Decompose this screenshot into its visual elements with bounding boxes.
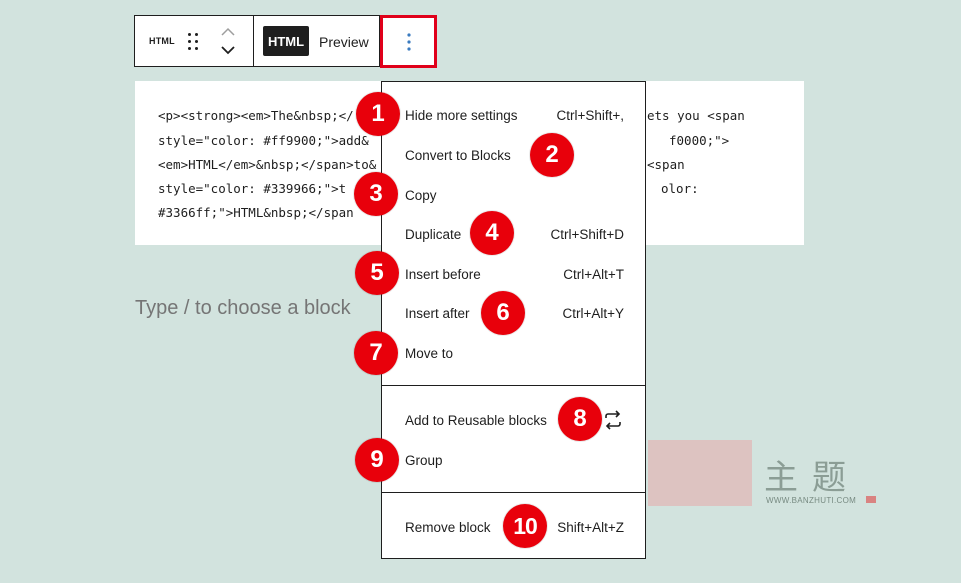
menu-divider: [382, 385, 645, 386]
annotation-badge: 1: [356, 92, 400, 136]
annotation-badge: 7: [354, 331, 398, 375]
code-line: f0000;">: [669, 133, 730, 148]
html-block-icon[interactable]: HTML: [149, 36, 175, 46]
annotation-badge: 8: [558, 397, 602, 441]
menu-item-shortcut: Ctrl+Shift+,: [556, 108, 624, 123]
menu-item-shortcut: Ctrl+Alt+T: [563, 267, 624, 282]
watermark-text: 主题: [764, 458, 860, 498]
watermark-seal: [648, 440, 752, 506]
code-line: <em>HTML</em>&nbsp;</span>to&: [158, 157, 377, 172]
annotation-badge: 10: [503, 504, 547, 548]
menu-item-label: Move to: [405, 346, 454, 361]
menu-item-label: Insert before: [405, 267, 481, 282]
menu-item-insert-before[interactable]: Insert before Ctrl+Alt+T: [405, 263, 624, 287]
code-line: style="color: #339966;">t: [158, 181, 347, 196]
menu-item-label: Remove block: [405, 520, 491, 535]
tab-html[interactable]: HTML: [263, 26, 309, 56]
annotation-badge: 6: [481, 291, 525, 335]
code-line: ets you <span: [647, 108, 745, 123]
toolbar-divider: [253, 16, 254, 66]
chevron-up-down-icon[interactable]: [219, 24, 237, 60]
menu-item-label: Hide more settings: [405, 108, 518, 123]
menu-item-shortcut: Shift+Alt+Z: [557, 520, 624, 535]
menu-item-label: Insert after: [405, 306, 470, 321]
menu-item-convert-to-blocks[interactable]: Convert to Blocks: [405, 144, 624, 168]
annotation-badge: 9: [355, 438, 399, 482]
menu-item-group[interactable]: Group: [405, 449, 624, 473]
menu-item-duplicate[interactable]: Duplicate Ctrl+Shift+D: [405, 223, 624, 247]
menu-item-hide-more-settings[interactable]: Hide more settings Ctrl+Shift+,: [405, 104, 624, 128]
reusable-block-icon: [602, 409, 624, 434]
annotation-badge: 4: [470, 211, 514, 255]
vertical-ellipsis-icon: [406, 32, 411, 51]
menu-divider: [382, 492, 645, 493]
code-line: <span: [647, 157, 685, 172]
menu-item-label: Group: [405, 453, 443, 468]
options-button[interactable]: [380, 15, 437, 68]
block-placeholder[interactable]: Type / to choose a block: [135, 297, 351, 320]
code-line: olor:: [661, 181, 699, 196]
annotation-badge: 2: [530, 133, 574, 177]
code-line: <p><strong><em>The&nbsp;</: [158, 108, 354, 123]
code-line: #3366ff;">HTML&nbsp;</span: [158, 205, 354, 220]
menu-item-label: Convert to Blocks: [405, 148, 511, 163]
menu-item-move-to[interactable]: Move to: [405, 342, 624, 366]
annotation-badge: 3: [354, 172, 398, 216]
tab-preview[interactable]: Preview: [319, 34, 369, 50]
annotation-badge: 5: [355, 251, 399, 295]
watermark-mark: [866, 496, 876, 503]
menu-item-label: Add to Reusable blocks: [405, 413, 547, 428]
menu-item-label: Copy: [405, 188, 437, 203]
menu-item-copy[interactable]: Copy: [405, 184, 624, 208]
menu-item-shortcut: Ctrl+Shift+D: [550, 227, 624, 242]
menu-item-label: Duplicate: [405, 227, 462, 242]
watermark-url: WWW.BANZHUTI.COM: [766, 496, 857, 505]
menu-item-shortcut: Ctrl+Alt+Y: [562, 306, 624, 321]
drag-handle-icon[interactable]: [187, 33, 201, 51]
code-line: style="color: #ff9900;">add&: [158, 133, 369, 148]
